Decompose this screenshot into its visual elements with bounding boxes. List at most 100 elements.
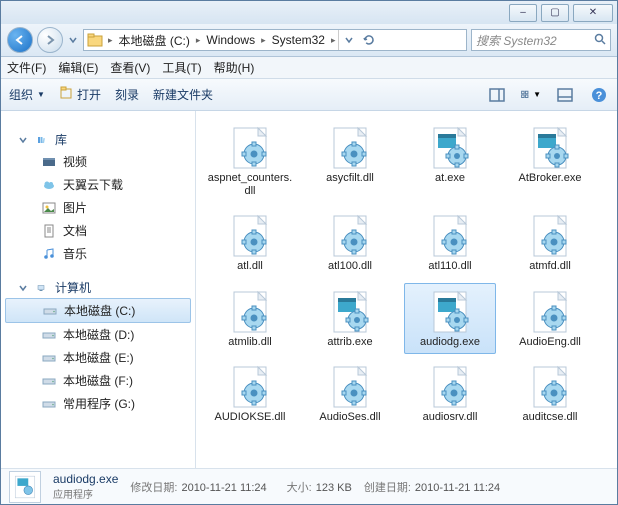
file-item[interactable]: AtBroker.exe [504,119,596,203]
folder-icon [86,31,104,49]
organize-button[interactable]: 组织▼ [9,86,45,103]
file-label: audiodg.exe [420,336,480,349]
menu-edit[interactable]: 编辑(E) [58,59,98,76]
address-dropdown[interactable] [339,30,359,50]
crumb-sep-icon[interactable]: ▸ [106,35,115,46]
breadcrumb-item[interactable]: System32 [268,30,329,50]
details-filetype: 应用程序 [53,486,118,501]
tree-item-documents[interactable]: 文档 [1,219,195,242]
toolbar: 组织▼ 打开 刻录 新建文件夹 ▼ ? [1,79,617,111]
computer-icon [33,280,49,296]
documents-icon [41,223,57,239]
details-modified-label: 修改日期: [130,482,177,494]
details-pane-button[interactable] [555,85,575,105]
dll-file-icon [326,124,374,172]
tree-item-video[interactable]: 视频 [1,150,195,173]
refresh-button[interactable] [359,30,379,50]
view-options-button[interactable]: ▼ [521,85,541,105]
minimize-button[interactable]: – [509,4,537,22]
details-icon [9,471,41,503]
svg-text:?: ? [596,90,603,102]
file-item[interactable]: AudioEng.dll [504,283,596,354]
menu-view[interactable]: 查看(V) [110,59,150,76]
open-button[interactable]: 打开 [59,86,101,103]
tree-item-label: 常用程序 (G:) [63,395,135,412]
tree-item-cloud[interactable]: 天翼云下载 [1,173,195,196]
file-item[interactable]: atmlib.dll [204,283,296,354]
file-item[interactable]: auditcse.dll [504,358,596,429]
cloud-icon [41,177,57,193]
exe-file-icon [326,288,374,336]
menu-help[interactable]: 帮助(H) [214,59,255,76]
forward-button[interactable] [37,27,63,53]
file-item[interactable]: audiodg.exe [404,283,496,354]
tree-item-drive[interactable]: 常用程序 (G:) [1,392,195,415]
tree-item-label: 本地磁盘 (E:) [63,349,134,366]
file-item[interactable]: AudioSes.dll [304,358,396,429]
file-label: auditcse.dll [522,411,577,424]
dll-file-icon [426,212,474,260]
menu-file[interactable]: 文件(F) [7,59,46,76]
file-label: AudioSes.dll [319,411,380,424]
file-item[interactable]: audiosrv.dll [404,358,496,429]
drive-icon [41,327,57,343]
nav-history-dropdown[interactable] [67,27,79,53]
preview-pane-button[interactable] [487,85,507,105]
navigation-pane: 库 视频天翼云下载图片文档音乐 计算机 本地磁盘 (C:)本地磁盘 (D:) 本地… [1,111,196,468]
dll-file-icon [226,124,274,172]
file-label: at.exe [435,172,465,185]
help-button[interactable]: ? [589,85,609,105]
menu-bar: 文件(F) 编辑(E) 查看(V) 工具(T) 帮助(H) [1,57,617,79]
file-label: atmlib.dll [228,336,271,349]
search-input[interactable]: 搜索 System32 [471,29,611,51]
breadcrumb-item[interactable]: Windows [202,30,259,50]
dll-file-icon [226,212,274,260]
close-button[interactable]: ✕ [573,4,613,22]
tree-item-music[interactable]: 音乐 [1,242,195,265]
file-label: asycfilt.dll [326,172,374,185]
crumb-sep-icon[interactable]: ▸ [329,35,338,46]
burn-button[interactable]: 刻录 [115,86,139,103]
file-label: attrib.exe [327,336,372,349]
libraries-icon [33,132,49,148]
tree-item-pictures[interactable]: 图片 [1,196,195,219]
new-folder-button[interactable]: 新建文件夹 [153,86,213,103]
nav-bar: ▸ 本地磁盘 (C:) ▸ Windows ▸ System32 ▸ 搜索 Sy… [1,24,617,57]
details-filename: audiodg.exe [53,472,118,486]
computer-header[interactable]: 计算机 [1,277,195,298]
file-item[interactable]: at.exe [404,119,496,203]
file-item[interactable]: atl110.dll [404,207,496,278]
libraries-header[interactable]: 库 [1,129,195,150]
file-item[interactable]: aspnet_counters.dll [204,119,296,203]
dll-file-icon [426,363,474,411]
address-bar[interactable]: ▸ 本地磁盘 (C:) ▸ Windows ▸ System32 ▸ [83,29,467,51]
tree-item-drive[interactable]: 本地磁盘 (E:) [1,346,195,369]
details-created: 2010-11-21 11:24 [415,482,500,494]
tree-item-drive[interactable]: 本地磁盘 (C:) [5,298,191,323]
tree-item-label: 天翼云下载 [63,176,123,193]
breadcrumb-item[interactable]: 本地磁盘 (C:) [115,30,194,50]
details-size: 123 KB [316,482,352,494]
file-item[interactable]: atl100.dll [304,207,396,278]
file-item[interactable]: atmfd.dll [504,207,596,278]
tree-item-drive[interactable]: 本地磁盘 (F:) [1,369,195,392]
file-item[interactable]: AUDIOKSE.dll [204,358,296,429]
tree-item-drive[interactable]: 本地磁盘 (D:) [1,323,195,346]
file-label: audiosrv.dll [423,411,478,424]
file-pane[interactable]: aspnet_counters.dll asycfilt.dll at.exe AtB… [196,111,617,468]
dll-file-icon [526,363,574,411]
file-item[interactable]: attrib.exe [304,283,396,354]
libraries-label: 库 [55,131,67,148]
file-item[interactable]: atl.dll [204,207,296,278]
search-icon [594,33,606,48]
file-item[interactable]: asycfilt.dll [304,119,396,203]
maximize-button[interactable]: ▢ [541,4,569,22]
crumb-sep-icon[interactable]: ▸ [259,35,268,46]
dll-file-icon [226,288,274,336]
crumb-sep-icon[interactable]: ▸ [194,35,203,46]
menu-tools[interactable]: 工具(T) [162,59,201,76]
open-icon [59,86,73,103]
back-button[interactable] [7,27,33,53]
tree-item-label: 本地磁盘 (F:) [63,372,133,389]
drive-icon [41,396,57,412]
